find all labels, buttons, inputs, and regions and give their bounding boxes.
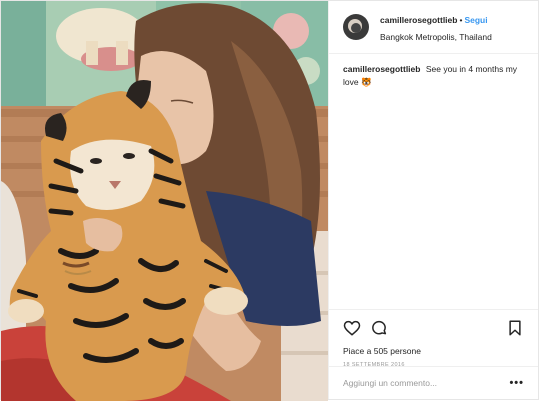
photo-illustration (1, 1, 328, 401)
follow-button[interactable]: Segui (464, 15, 487, 25)
bookmark-icon[interactable] (506, 319, 524, 337)
post-header: camillerosegottlieb • Segui Bangkok Metrop… (329, 1, 538, 54)
heart-icon[interactable] (343, 319, 361, 337)
header-text: camillerosegottlieb • Segui Bangkok Metrop… (380, 13, 492, 45)
location-link[interactable]: Bangkok Metropolis, Thailand (380, 30, 492, 45)
caption-username[interactable]: camillerosegottlieb (343, 64, 420, 74)
caption-section: camillerosegottlieb See you in 4 months … (329, 54, 538, 309)
more-options-icon[interactable]: ••• (509, 378, 524, 389)
separator-dot: • (459, 15, 463, 25)
username-link[interactable]: camillerosegottlieb (380, 15, 457, 25)
likes-count[interactable]: Piace a 505 persone (343, 346, 524, 356)
post-photo[interactable] (1, 1, 328, 401)
comment-input[interactable] (343, 378, 510, 388)
header-row: camillerosegottlieb • Segui (380, 13, 492, 28)
avatar[interactable] (343, 14, 369, 40)
action-icons (343, 318, 524, 338)
add-comment-bar: ••• (329, 366, 538, 399)
comment-icon[interactable] (370, 319, 388, 337)
instagram-post: camillerosegottlieb • Segui Bangkok Metrop… (0, 0, 539, 401)
post-side-panel: camillerosegottlieb • Segui Bangkok Metrop… (328, 1, 538, 399)
